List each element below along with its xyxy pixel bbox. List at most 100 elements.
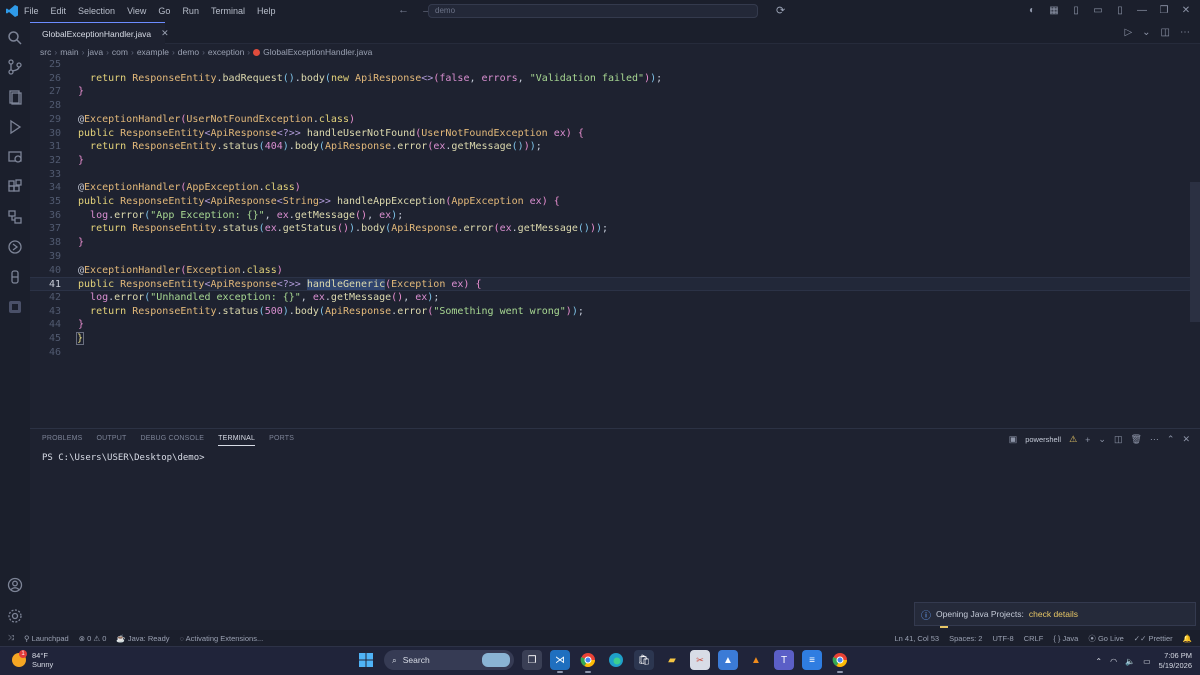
- tab-global-exception-handler[interactable]: GlobalExceptionHandler.java ✕: [30, 22, 169, 44]
- dropdown-chevron-icon[interactable]: ⌄: [1142, 27, 1150, 38]
- chrome-profile-icon[interactable]: [578, 650, 598, 673]
- snipping-tool-icon[interactable]: ✂: [690, 650, 710, 670]
- crumb-main[interactable]: main: [60, 47, 78, 57]
- back-arrow-icon[interactable]: ←: [398, 4, 409, 16]
- restore-icon[interactable]: ❐: [1158, 4, 1170, 16]
- line-number: 34: [48, 182, 61, 194]
- crumb-example[interactable]: example: [137, 47, 169, 57]
- store-icon[interactable]: 🛍: [634, 650, 654, 670]
- remote-explorer-icon[interactable]: [7, 149, 23, 165]
- terminal-dropdown-icon[interactable]: ⌄: [1098, 434, 1106, 445]
- line-ending[interactable]: CRLF: [1024, 634, 1044, 643]
- encoding[interactable]: UTF-8: [992, 634, 1013, 643]
- copilot-icon[interactable]: ⟳: [776, 4, 785, 17]
- tab-output[interactable]: OUTPUT: [97, 435, 127, 446]
- photos-icon[interactable]: ▲: [718, 650, 738, 670]
- line-number: 27: [48, 86, 61, 98]
- menu-help[interactable]: Help: [251, 0, 282, 22]
- file-explorer-icon[interactable]: ▰: [662, 650, 682, 670]
- toggle-secondary-sidebar-icon[interactable]: ▯: [1114, 4, 1126, 16]
- split-editor-icon[interactable]: ◫: [1161, 27, 1170, 38]
- run-icon[interactable]: ▷: [1124, 27, 1132, 38]
- source-control-icon[interactable]: [7, 59, 23, 75]
- close-panel-icon[interactable]: ✕: [1182, 434, 1190, 445]
- edge-icon[interactable]: [606, 650, 626, 670]
- settings-gear-icon[interactable]: [7, 608, 23, 624]
- vlc-icon[interactable]: ▲: [746, 650, 766, 670]
- remote-icon[interactable]: ⤨: [8, 633, 14, 643]
- language-mode[interactable]: { } Java: [1053, 634, 1078, 643]
- menu-terminal[interactable]: Terminal: [205, 0, 251, 22]
- crumb-exception[interactable]: exception: [208, 47, 244, 57]
- vscode-taskbar-icon[interactable]: ⋊: [550, 650, 570, 673]
- volume-icon[interactable]: 🔈: [1125, 657, 1135, 666]
- tab-ports[interactable]: PORTS: [269, 435, 294, 446]
- menu-go[interactable]: Go: [152, 0, 176, 22]
- chevron-up-icon[interactable]: ⌃: [1095, 657, 1102, 666]
- info-icon: ⓘ: [921, 610, 931, 622]
- cursor-position[interactable]: Ln 41, Col 53: [894, 634, 939, 643]
- close-tab-icon[interactable]: ✕: [161, 28, 169, 39]
- activity-item[interactable]: ◌ Activating Extensions...: [180, 634, 264, 643]
- new-terminal-icon[interactable]: +: [1085, 435, 1090, 445]
- menu-edit[interactable]: Edit: [45, 0, 73, 22]
- notifications-bell-icon[interactable]: 🔔: [1183, 634, 1192, 643]
- docker-icon[interactable]: [7, 299, 23, 315]
- extensions-icon[interactable]: [7, 179, 23, 195]
- tab-problems[interactable]: PROBLEMS: [42, 435, 83, 446]
- tab-terminal[interactable]: TERMINAL: [218, 435, 256, 446]
- taskbar-search[interactable]: ⌕ Search: [384, 650, 514, 670]
- shell-name[interactable]: powershell: [1025, 435, 1061, 444]
- wifi-icon[interactable]: ◠: [1110, 657, 1117, 666]
- clock[interactable]: 7:06 PM 5/19/2026: [1159, 651, 1192, 671]
- crumb-com[interactable]: com: [112, 47, 128, 57]
- accounts-theme-icon[interactable]: ◐: [1026, 4, 1038, 16]
- notepad-icon[interactable]: ≡: [802, 650, 822, 670]
- close-window-icon[interactable]: ✕: [1180, 4, 1192, 16]
- menu-selection[interactable]: Selection: [72, 0, 121, 22]
- explorer-icon[interactable]: [7, 89, 23, 105]
- terminal-prompt[interactable]: PS C:\Users\USER\Desktop\demo>: [42, 453, 205, 463]
- windows-start-icon[interactable]: [356, 650, 376, 670]
- more-actions-icon[interactable]: ⋯: [1150, 434, 1159, 445]
- battery-icon[interactable]: ▭: [1143, 657, 1151, 666]
- code-line: 44}: [30, 318, 1190, 332]
- search-icon[interactable]: [7, 30, 23, 46]
- crumb-src[interactable]: src: [40, 47, 51, 57]
- menu-file[interactable]: File: [18, 0, 45, 22]
- customize-layout-icon[interactable]: ▦: [1048, 4, 1060, 16]
- teams-icon[interactable]: T: [774, 650, 794, 670]
- toggle-sidebar-icon[interactable]: ▯: [1070, 4, 1082, 16]
- indentation[interactable]: Spaces: 2: [949, 634, 982, 643]
- account-icon[interactable]: [7, 577, 23, 593]
- go-live-item[interactable]: ⦿ Go Live: [1088, 633, 1123, 644]
- crumb-java[interactable]: java: [87, 47, 103, 57]
- run-debug-icon[interactable]: [7, 119, 23, 135]
- broadcast-icon: ⦿: [1088, 633, 1096, 643]
- code-editor[interactable]: 25 26 return ResponseEntity.badRequest()…: [30, 58, 1190, 358]
- task-view-icon[interactable]: ❐: [522, 650, 542, 670]
- database-icon[interactable]: [7, 209, 23, 225]
- launchpad-item[interactable]: ⚲ Launchpad: [24, 634, 69, 643]
- editor-scrollbar[interactable]: [1190, 182, 1200, 322]
- prettier-item[interactable]: ✓✓ Prettier: [1134, 634, 1173, 643]
- tab-debug-console[interactable]: DEBUG CONSOLE: [140, 435, 204, 446]
- testing-icon[interactable]: [7, 239, 23, 255]
- menu-view[interactable]: View: [121, 0, 152, 22]
- split-terminal-icon[interactable]: ◫: [1114, 434, 1123, 445]
- chrome-icon[interactable]: [830, 650, 850, 673]
- kill-terminal-icon[interactable]: 🗑: [1130, 434, 1141, 445]
- crumb-demo[interactable]: demo: [178, 47, 199, 57]
- java-status-item[interactable]: ☕ Java: Ready: [116, 634, 169, 643]
- java-projects-icon[interactable]: [7, 269, 23, 285]
- minimize-icon[interactable]: —: [1136, 4, 1148, 16]
- check-details-link[interactable]: check details: [1029, 609, 1078, 619]
- crumb-file[interactable]: GlobalExceptionHandler.java: [263, 47, 372, 57]
- weather-widget[interactable]: 1 84°F Sunny: [12, 650, 53, 669]
- maximize-panel-icon[interactable]: ⌃: [1167, 434, 1175, 445]
- command-center[interactable]: demo: [428, 4, 758, 18]
- toggle-panel-icon[interactable]: ▭: [1092, 4, 1104, 16]
- menu-run[interactable]: Run: [176, 0, 205, 22]
- more-actions-icon[interactable]: ⋯: [1180, 27, 1190, 38]
- problems-item[interactable]: ⊗ 0 ⚠ 0: [79, 634, 107, 643]
